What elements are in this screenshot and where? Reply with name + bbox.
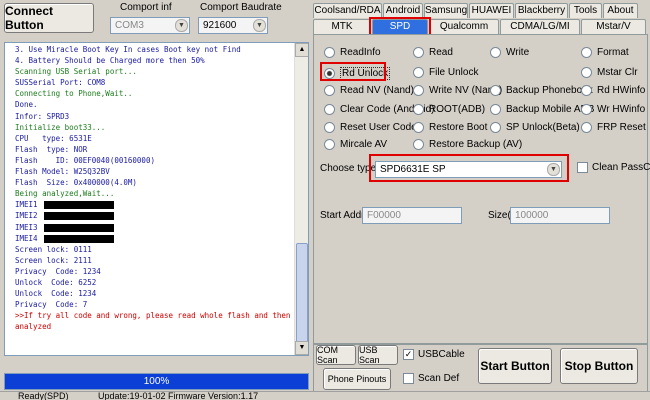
comport-select[interactable]: COM3 ▼ [110, 17, 190, 34]
scroll-thumb[interactable] [296, 243, 308, 355]
option-write-nv[interactable]: Write NV (Nand) [413, 85, 502, 96]
option-restore-boot[interactable]: Restore Boot [413, 122, 487, 133]
tab-android[interactable]: Android [383, 3, 423, 18]
log-line: IMEI1 [5, 199, 308, 210]
option-frp-reset[interactable]: FRP Reset [581, 122, 646, 133]
option-file-unlock[interactable]: File Unlock [413, 67, 478, 78]
start-button[interactable]: Start Button [478, 348, 552, 384]
log-line: Screen lock: 0111 [15, 244, 92, 254]
tab-qualcomm[interactable]: Qualcomm [429, 19, 499, 34]
comport-label: Comport inf [120, 2, 172, 13]
log-line: Screen lock: 2111 [15, 255, 92, 265]
option-mstar-clr[interactable]: Mstar Clr [581, 67, 638, 78]
log-line: CPU type: 6531E [15, 133, 92, 143]
option-readinfo[interactable]: ReadInfo [324, 47, 381, 58]
chevron-down-icon: ▼ [253, 19, 266, 32]
log-line: Scanning USB Serial port... [15, 67, 137, 77]
log-scrollbar[interactable]: ▲ ▼ [294, 43, 308, 355]
option-write[interactable]: Write [490, 47, 529, 58]
option-miracle-av[interactable]: Mircale AV [324, 139, 387, 150]
chevron-down-icon: ▼ [175, 19, 188, 32]
log-line: Unlock Code: 6252 [15, 277, 97, 287]
tab-tools[interactable]: Tools [569, 3, 602, 18]
redaction-bar [43, 212, 114, 221]
log-line: Privacy Code: 7 [15, 300, 88, 310]
log-line: Unlock Code: 1234 [15, 289, 97, 299]
option-backup-phonebook[interactable]: Backup Phonebook [490, 85, 593, 96]
brand-tabs: Coolsand/RDA Android Samsung HUAWEI Blac… [313, 3, 639, 18]
redaction-bar [43, 201, 114, 210]
option-rd-hwinfo[interactable]: Rd HWinfo [581, 85, 645, 96]
tab-huawei[interactable]: HUAWEI [469, 3, 514, 18]
baudrate-value: 921600 [203, 20, 237, 31]
log-line: Connecting to Phone,Wait.. [15, 89, 133, 99]
scroll-up-icon[interactable]: ▲ [295, 43, 308, 57]
log-line: Flash ID: 00EF0040(00160000) [15, 155, 155, 165]
log-line: >>If try all code and wrong, please read… [15, 311, 291, 321]
log-line: SUSSerial Port: COM8 [15, 78, 106, 88]
log-line: Infor: SPRD3 [15, 111, 70, 121]
redaction-bar [43, 223, 114, 232]
log-line: IMEI2 [5, 210, 308, 221]
option-rd-unlock[interactable]: Rd Unlock [324, 67, 391, 80]
tab-blackberry[interactable]: Blackberry [515, 3, 568, 18]
option-restore-backup-av[interactable]: Restore Backup (AV) [413, 139, 522, 150]
size-input[interactable]: 100000 [510, 207, 610, 224]
progress-bar: 100% [4, 373, 309, 390]
redaction-bar [43, 234, 114, 243]
chevron-down-icon: ▼ [547, 163, 560, 176]
choose-type-label: Choose type [320, 163, 377, 174]
log-line: IMEI3 [5, 222, 308, 233]
log-line: Being analyzed,Wait... [15, 189, 115, 199]
option-root-adb[interactable]: ROOT(ADB) [413, 104, 485, 115]
start-addr-input[interactable]: F00000 [362, 207, 462, 224]
option-backup-mobile-adb[interactable]: Backup Mobile ADB [490, 104, 594, 115]
progress-text: 100% [143, 376, 170, 387]
tab-spd[interactable]: SPD [372, 19, 428, 34]
tab-about[interactable]: About [603, 3, 638, 18]
log-line: Flash Model: W25Q32BV [15, 167, 110, 177]
status-ready: Ready(SPD) [18, 392, 69, 400]
tab-mstar[interactable]: Mstar/V [581, 19, 646, 34]
usb-scan-button[interactable]: USB Scan [358, 345, 398, 365]
log-line: Privacy Code: 1234 [15, 266, 101, 276]
log-line: Initialize boot33... [15, 122, 106, 132]
log-line: 3. Use Miracle Boot Key In cases Boot ke… [15, 45, 241, 54]
clean-passcode-checkbox[interactable]: Clean PassCode [577, 162, 650, 173]
baudrate-select[interactable]: 921600 ▼ [198, 17, 268, 34]
option-read[interactable]: Read [413, 47, 453, 58]
log-content: 3. Use Miracle Boot Key In cases Boot ke… [5, 43, 308, 332]
platform-tabs: MTK SPD Qualcomm CDMA/LG/MI Mstar/V [313, 19, 647, 34]
log-line: Flash Size: 0x400000(4.0M) [15, 178, 137, 188]
baudrate-label: Comport Baudrate [200, 2, 282, 13]
log-panel: 3. Use Miracle Boot Key In cases Boot ke… [4, 42, 309, 356]
log-line: analyzed [15, 322, 52, 332]
phone-pinouts-button[interactable]: Phone Pinouts [323, 368, 391, 390]
option-reset-user-code[interactable]: Reset User Code [324, 122, 417, 133]
log-line: Flash type: NOR [15, 144, 88, 154]
choose-type-value: SPD6631E SP [380, 164, 446, 175]
log-line: 4. Battery Should be Charged more then 5… [15, 56, 205, 66]
connect-button[interactable]: Connect Button [4, 3, 94, 33]
scroll-down-icon[interactable]: ▼ [295, 341, 308, 355]
tab-coolsand[interactable]: Coolsand/RDA [313, 3, 382, 18]
comport-value: COM3 [115, 20, 144, 31]
scan-def-checkbox[interactable]: Scan Def [403, 373, 459, 384]
log-line: IMEI4 [5, 233, 308, 244]
tab-mtk[interactable]: MTK [313, 19, 371, 34]
com-scan-button[interactable]: COM Scan [316, 345, 356, 365]
tab-samsung[interactable]: Samsung [424, 3, 468, 18]
stop-button[interactable]: Stop Button [560, 348, 638, 384]
option-sp-unlock[interactable]: SP Unlock(Beta) [490, 122, 580, 133]
option-read-nv[interactable]: Read NV (Nand) [324, 85, 414, 96]
choose-type-select[interactable]: SPD6631E SP ▼ [375, 161, 562, 178]
usb-cable-checkbox[interactable]: ✓ USBCable [403, 349, 465, 360]
option-wr-hwinfo[interactable]: Wr HWinfo [581, 104, 645, 115]
status-update: Update:19-01-02 Firmware Version:1.17 [98, 392, 259, 400]
tab-cdma-lg-mi[interactable]: CDMA/LG/MI [500, 19, 580, 34]
log-line: Done. [15, 100, 38, 110]
option-format[interactable]: Format [581, 47, 629, 58]
spd-panel: ReadInfo Read Write Format Rd Unlock Fil… [313, 34, 650, 344]
